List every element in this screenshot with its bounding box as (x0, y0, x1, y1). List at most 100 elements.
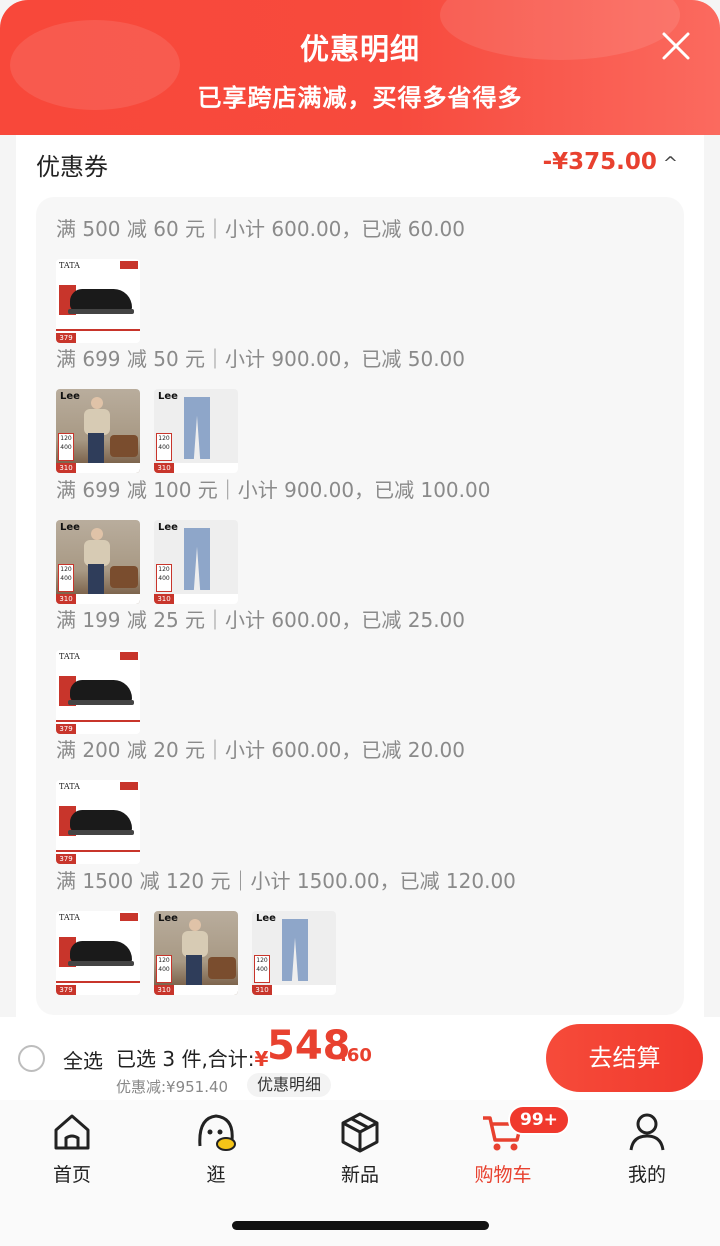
coupon-panel: 优惠券 -¥375.00 ^ 满 500 减 60 元｜小计 600.00，已减 … (16, 135, 704, 1017)
coupon-total[interactable]: -¥375.00 ^ (543, 149, 678, 175)
tab-profile[interactable]: 我的 (597, 1110, 697, 1187)
promo-tag (120, 913, 138, 921)
page-subtitle: 已享跨店满减，买得多省得多 (197, 84, 523, 112)
coupon-rule-text: 满 699 减 100 元｜小计 900.00，已减 100.00 (56, 478, 491, 502)
product-thumbnail-shoe[interactable]: TATA 379 (56, 911, 140, 995)
select-all-label[interactable]: 全选 (63, 1045, 103, 1074)
coupon-group: 满 699 减 50 元｜小计 900.00，已减 50.00 Lee 120 400… (56, 341, 465, 473)
product-thumbnail-jeans[interactable]: Lee 120 400 310 (252, 911, 336, 995)
selected-count: 已选 3 件,合计: (116, 1047, 255, 1071)
promo-card: 120 400 (156, 433, 172, 461)
promo-card: 120 400 (156, 955, 172, 983)
close-icon[interactable] (660, 30, 692, 62)
promo-tag (120, 652, 138, 660)
brand-logo: Lee (256, 913, 276, 924)
promo-tag (120, 782, 138, 790)
brand-logo: TATA (59, 913, 80, 922)
brand-logo: TATA (59, 782, 80, 791)
brand-logo: Lee (158, 913, 178, 924)
coupon-rule-text: 满 200 减 20 元｜小计 600.00，已减 20.00 (56, 738, 466, 762)
promo-card: 120 400 (156, 564, 172, 592)
jeans-image (184, 528, 210, 590)
shoe-image (70, 941, 132, 963)
coupon-group: 满 500 减 60 元｜小计 600.00，已减 60.00 TATA 379 (56, 211, 465, 343)
promo-card: 120 400 (254, 955, 270, 983)
total-amount: 548 (267, 1023, 351, 1069)
total-amount-decimal: .60 (340, 1045, 372, 1066)
coupon-rule-text: 满 1500 减 120 元｜小计 1500.00，已减 120.00 (56, 869, 516, 893)
checkout-button[interactable]: 去结算 (546, 1024, 703, 1092)
brand-logo: Lee (158, 522, 178, 533)
tab-new-arrivals[interactable]: 新品 (310, 1110, 410, 1187)
brand-logo: TATA (59, 261, 80, 270)
checkout-bar: 全选 已选 3 件,合计:¥ 548 .60 优惠减:¥951.40 优惠明细 … (0, 1017, 720, 1100)
model-jeans (88, 433, 104, 463)
price-bar: 310 (252, 985, 336, 995)
tab-label: 新品 (340, 1164, 379, 1186)
home-icon (50, 1110, 94, 1154)
product-thumbnail-jeans[interactable]: Lee 120 400 310 (154, 520, 238, 604)
model-jacket (182, 931, 208, 957)
product-thumbnail-jeans[interactable]: Lee 120 400 310 (154, 389, 238, 473)
chevron-up-icon: ^ (662, 153, 678, 174)
shoe-sole (68, 830, 134, 835)
cart-badge: 99+ (508, 1105, 570, 1135)
brand-logo: Lee (60, 522, 80, 533)
select-all-radio[interactable] (18, 1045, 45, 1072)
tab-browse[interactable]: 逛 (166, 1110, 266, 1187)
chair-image (110, 566, 138, 588)
page-title: 优惠明细 (299, 32, 420, 66)
product-thumbnail-shoe[interactable]: TATA 379 (56, 650, 140, 734)
promo-card: 120 400 (58, 564, 74, 592)
product-thumbnails: Lee 120 400 310 Lee 120 400 310 (56, 520, 490, 604)
coupon-group-list: 满 500 减 60 元｜小计 600.00，已减 60.00 TATA 379 满 … (36, 197, 684, 1015)
jeans-image (184, 397, 210, 459)
discount-total: 优惠减:¥951.40 (116, 1078, 229, 1096)
coupon-total-value: -¥375.00 (542, 149, 657, 175)
model-jeans (88, 564, 104, 594)
coupon-rule-text: 满 699 减 50 元｜小计 900.00，已减 50.00 (56, 347, 466, 371)
model-jeans (186, 955, 202, 985)
shoe-image (70, 289, 132, 311)
coupon-group: 满 699 减 100 元｜小计 900.00，已减 100.00 Lee 120 4… (56, 472, 490, 604)
selected-summary: 已选 3 件,合计:¥ (116, 1043, 268, 1072)
product-thumbnails: TATA 379 (56, 259, 465, 343)
shoe-sole (68, 961, 134, 966)
product-thumbnails: Lee 120 400 310 Lee 120 400 310 (56, 389, 465, 473)
promo-tag (120, 261, 138, 269)
coupon-group: 满 200 减 20 元｜小计 600.00，已减 20.00 TATA 379 (56, 732, 465, 864)
product-thumbnails: TATA 379 (56, 780, 465, 864)
brand-logo: TATA (59, 652, 80, 661)
coupon-label: 优惠券 (36, 153, 108, 181)
shoe-image (70, 680, 132, 702)
product-thumbnail-model[interactable]: Lee 120 400 310 (154, 911, 238, 995)
product-thumbnail-shoe[interactable]: TATA 379 (56, 780, 140, 864)
brand-logo: Lee (158, 391, 178, 402)
model-head (189, 919, 201, 931)
discount-detail-button[interactable]: 优惠明细 (247, 1073, 332, 1097)
promo-card: 120 400 (58, 433, 74, 461)
coupon-rule-text: 满 500 减 60 元｜小计 600.00，已减 60.00 (56, 217, 466, 241)
product-thumbnails: TATA 379 Lee 120 400 310 Lee 120 400 310 (56, 911, 516, 995)
model-head (91, 528, 103, 540)
product-thumbnail-model[interactable]: Lee 120 400 310 (56, 520, 140, 604)
price-tag: 310 (154, 985, 174, 995)
discount-detail-header: 优惠明细 已享跨店满减，买得多省得多 (0, 0, 720, 135)
product-thumbnail-model[interactable]: Lee 120 400 310 (56, 389, 140, 473)
price-tag: 310 (252, 985, 272, 995)
product-thumbnail-shoe[interactable]: TATA 379 (56, 259, 140, 343)
price-bar: 310 (154, 985, 238, 995)
browse-icon (194, 1110, 238, 1154)
brand-logo: Lee (60, 391, 80, 402)
price-tag: 379 (56, 985, 76, 995)
model-jacket (84, 540, 110, 566)
tab-label: 逛 (206, 1164, 226, 1186)
shoe-image (70, 810, 132, 832)
model-head (91, 397, 103, 409)
tab-home[interactable]: 首页 (22, 1110, 122, 1187)
product-thumbnails: TATA 379 (56, 650, 465, 734)
jeans-image (282, 919, 308, 981)
shoe-sole (68, 309, 134, 314)
tab-label: 首页 (52, 1164, 91, 1186)
home-indicator (232, 1221, 489, 1230)
